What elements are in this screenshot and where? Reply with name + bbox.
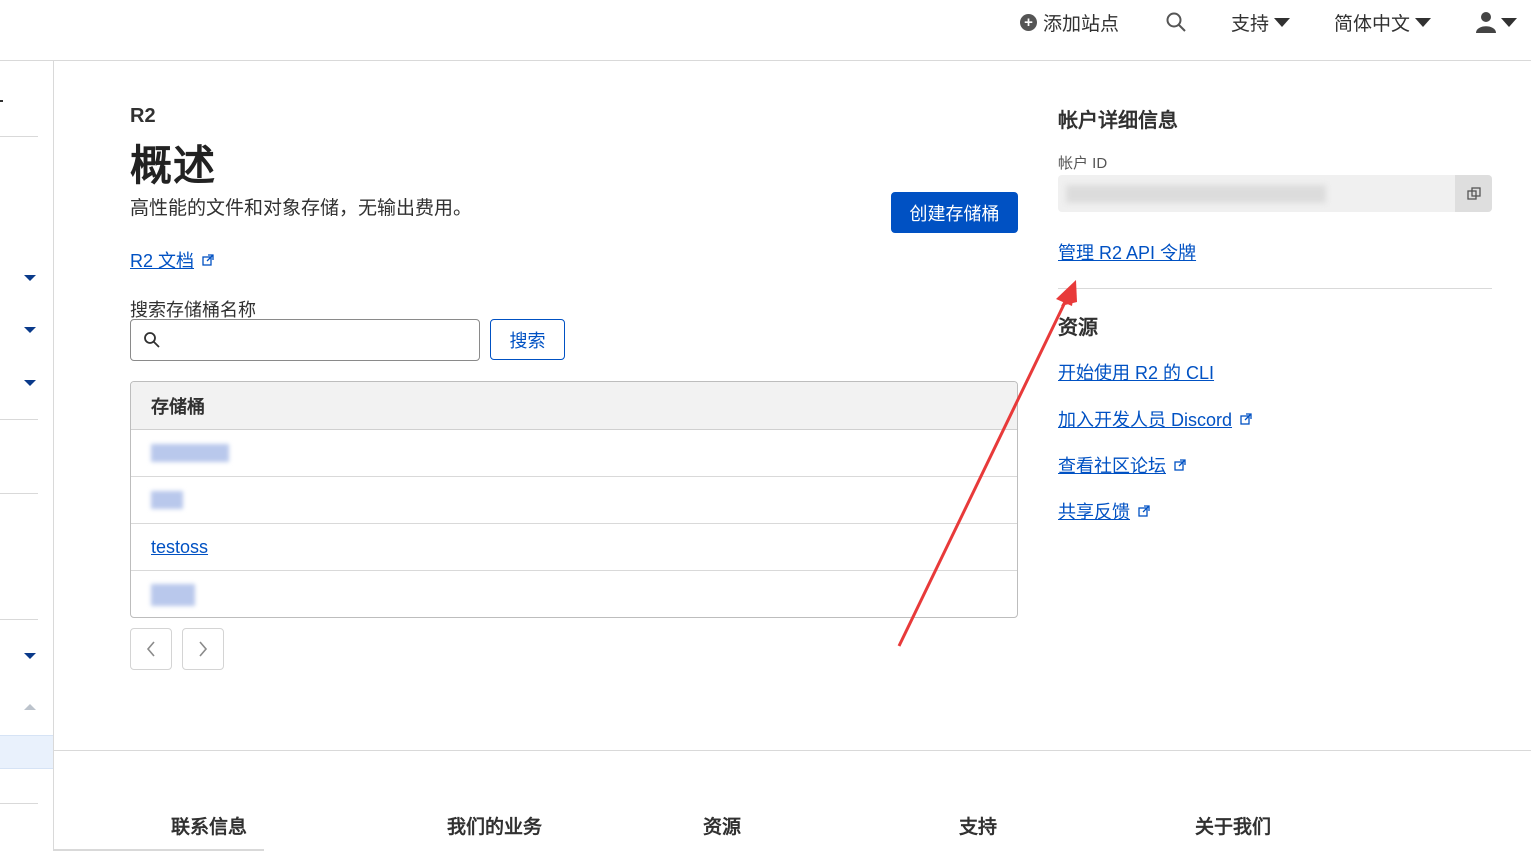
sidebar-expand-icon[interactable]	[24, 327, 36, 333]
bucket-search-field[interactable]	[130, 319, 480, 361]
manage-api-tokens-link[interactable]: 管理 R2 API 令牌	[1058, 239, 1196, 265]
top-bar: + 添加站点 支持 简体中文	[0, 0, 1531, 61]
create-bucket-button[interactable]: 创建存储桶	[891, 192, 1018, 233]
language-label: 简体中文	[1334, 13, 1411, 35]
chevron-down-icon	[1415, 17, 1432, 27]
bucket-search-input[interactable]	[169, 331, 479, 349]
account-id-label: 帐户 ID	[1058, 155, 1108, 172]
table-row: testoss	[131, 524, 1017, 571]
user-menu[interactable]	[1476, 10, 1517, 34]
support-menu[interactable]: 支持	[1231, 10, 1291, 35]
r2-docs-link[interactable]: R2 文档	[130, 247, 214, 273]
page-subtitle: 高性能的文件和对象存储，无输出费用。	[130, 198, 473, 219]
sidebar-divider	[0, 619, 38, 620]
account-id-redacted	[1066, 185, 1326, 203]
sidebar-divider	[0, 136, 38, 137]
bucket-link-redacted[interactable]	[151, 583, 195, 606]
resource-link-discord[interactable]: 加入开发人员 Discord	[1058, 406, 1252, 432]
resource-link-label: 开始使用 R2 的 CLI	[1058, 363, 1215, 383]
sidebar-divider	[0, 419, 38, 420]
bucket-link-redacted[interactable]	[151, 444, 229, 462]
resource-link-cli[interactable]: 开始使用 R2 的 CLI	[1058, 359, 1214, 385]
external-link-icon	[1174, 459, 1186, 471]
sidebar-expand-icon[interactable]	[24, 275, 36, 281]
resource-link-label: 共享反馈	[1058, 502, 1130, 522]
plus-circle-icon: +	[1020, 13, 1037, 31]
sidebar-expand-icon[interactable]	[24, 380, 36, 386]
next-page-button[interactable]	[182, 628, 224, 670]
buckets-table: 存储桶 testoss	[130, 381, 1018, 618]
copy-icon	[1466, 186, 1481, 200]
external-link-icon	[1138, 505, 1150, 517]
sidebar-divider	[0, 493, 38, 494]
chevron-down-icon	[1501, 17, 1517, 27]
bucket-link-redacted[interactable]	[151, 491, 183, 509]
chevron-down-icon	[1274, 17, 1291, 27]
search-icon	[1166, 12, 1186, 32]
external-link-icon	[1240, 413, 1252, 425]
table-row	[131, 571, 1017, 617]
footer-heading-support: 支持	[959, 817, 998, 838]
chevron-right-icon	[199, 641, 208, 657]
footer-heading-business: 我们的业务	[447, 817, 543, 838]
footer-heading-resources: 资源	[703, 817, 742, 838]
add-site-button[interactable]: + 添加站点	[1020, 10, 1120, 35]
resources-title: 资源	[1058, 317, 1098, 339]
sidebar-mark	[0, 100, 3, 102]
footer-heading-contact: 联系信息	[171, 817, 248, 838]
resource-link-feedback[interactable]: 共享反馈	[1058, 498, 1150, 524]
search-icon	[144, 332, 160, 348]
copy-button[interactable]	[1455, 175, 1492, 212]
user-icon	[1476, 12, 1496, 33]
prev-page-button[interactable]	[130, 628, 172, 670]
language-select[interactable]: 简体中文	[1334, 10, 1432, 35]
sidebar	[0, 61, 54, 851]
table-row	[131, 430, 1017, 477]
bucket-link[interactable]: testoss	[151, 537, 208, 558]
footer-divider	[54, 750, 1531, 751]
sidebar-divider	[0, 803, 38, 804]
account-details-title: 帐户详细信息	[1058, 110, 1178, 132]
resource-link-label: 加入开发人员 Discord	[1058, 410, 1233, 430]
account-id-field	[1058, 175, 1492, 212]
table-row	[131, 477, 1017, 524]
search-button[interactable]	[1165, 10, 1187, 34]
external-link-icon	[202, 254, 214, 266]
resource-link-forum[interactable]: 查看社区论坛	[1058, 452, 1186, 478]
page-title: 概述	[130, 142, 217, 189]
support-label: 支持	[1231, 13, 1270, 35]
resource-link-label: 查看社区论坛	[1058, 456, 1166, 476]
footer-heading-about: 关于我们	[1195, 817, 1272, 838]
table-header: 存储桶	[131, 382, 1017, 430]
sidebar-collapse-icon[interactable]	[24, 704, 36, 710]
r2-docs-label: R2 文档	[130, 251, 195, 271]
search-submit-button[interactable]: 搜索	[490, 319, 565, 360]
divider	[1058, 288, 1492, 289]
sidebar-expand-icon[interactable]	[24, 653, 36, 659]
sidebar-item-active[interactable]	[0, 735, 53, 769]
add-site-label: 添加站点	[1043, 13, 1120, 35]
chevron-left-icon	[146, 641, 155, 657]
breadcrumb: R2	[130, 105, 156, 127]
